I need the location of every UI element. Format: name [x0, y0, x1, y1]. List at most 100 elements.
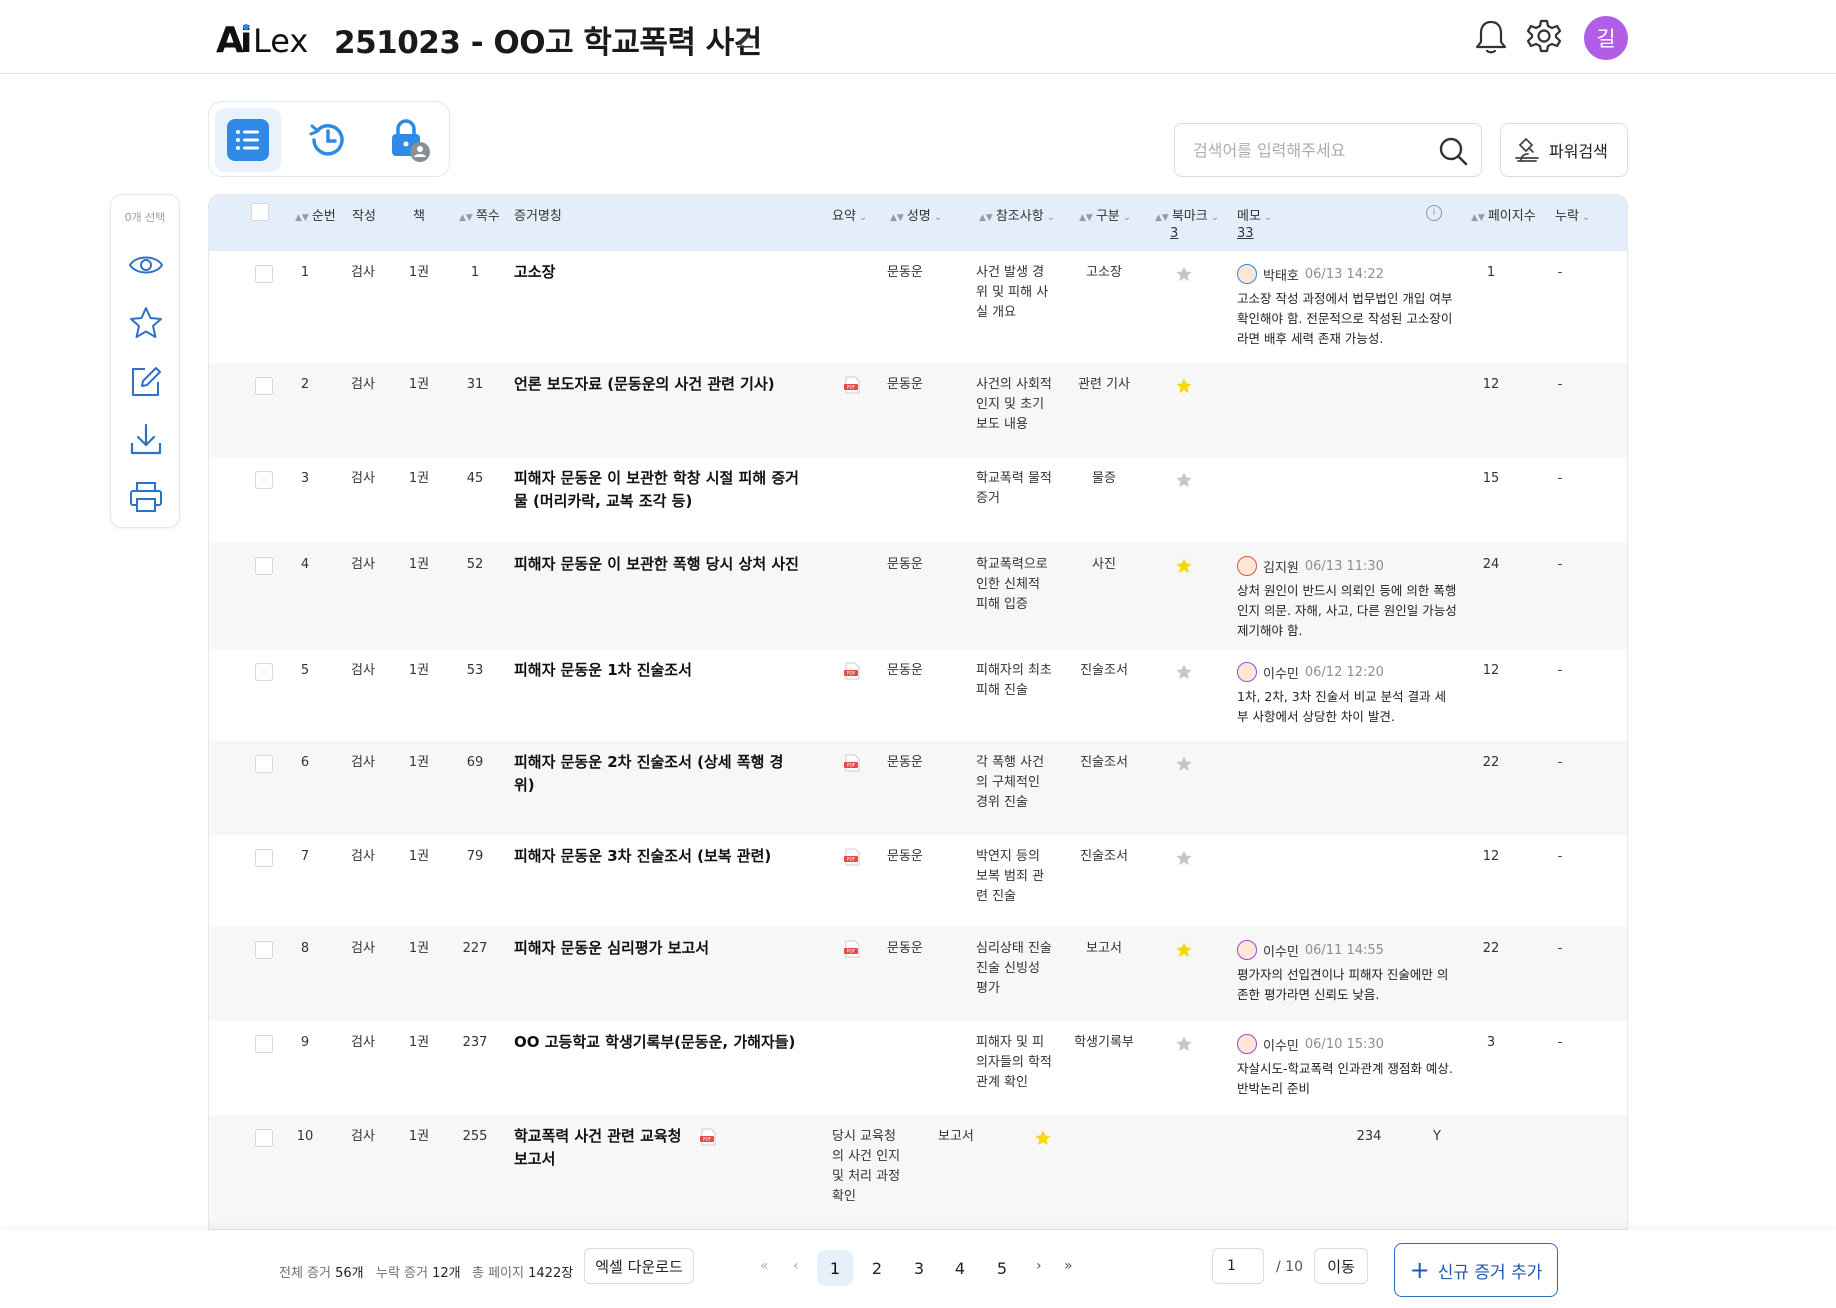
bookmark-count[interactable]: 3	[1170, 226, 1178, 241]
lock-view-tab[interactable]	[375, 108, 441, 172]
row-checkbox[interactable]	[255, 1035, 273, 1053]
row-checkbox[interactable]	[255, 1129, 273, 1147]
row-checkbox[interactable]	[255, 377, 273, 395]
row-checkbox[interactable]	[255, 663, 273, 681]
search-input[interactable]	[1193, 136, 1433, 164]
last-page-icon[interactable]: »	[1064, 1258, 1073, 1274]
row-checkbox[interactable]	[255, 265, 273, 283]
download-icon[interactable]	[128, 421, 164, 457]
bookmark-star-icon[interactable]	[1175, 663, 1193, 681]
go-page-button[interactable]: 이동	[1314, 1248, 1368, 1284]
page-button[interactable]: 4	[942, 1250, 978, 1286]
memo-cell[interactable]: 김지원 06/13 11:30 상처 원인이 반드시 의뢰인 등에 의한 폭행인지 …	[1237, 555, 1457, 641]
page-button[interactable]: 2	[859, 1250, 895, 1286]
pdf-icon[interactable]: PDF	[843, 754, 861, 772]
next-page-icon[interactable]: ›	[1036, 1258, 1042, 1274]
col-page[interactable]: ▲▼ 쪽수	[459, 205, 500, 224]
edit-note-icon[interactable]	[128, 363, 164, 399]
table-row[interactable]: 6 검사 1권 69 피해자 문동운 2차 진술조서 (상세 폭행 경위) PDF 문동운 각…	[209, 741, 1627, 835]
bookmark-star-icon[interactable]	[1175, 377, 1193, 395]
evidence-name[interactable]: 학교폭력 사건 관련 교육청 보고서	[514, 1125, 684, 1171]
evidence-name[interactable]: 고소장	[514, 261, 799, 284]
evidence-name[interactable]: OO 고등학교 학생기록부(문동운, 가해자들)	[514, 1031, 799, 1054]
bookmark-star-icon[interactable]	[1034, 1129, 1052, 1147]
table-row[interactable]: 3 검사 1권 45 피해자 문동운 이 보관한 학창 시절 피해 증거물 (머리카락,…	[209, 457, 1627, 543]
history-view-tab[interactable]	[295, 108, 361, 172]
col-memo[interactable]: 메모 ⌄	[1237, 205, 1272, 224]
page-number-input[interactable]: 1	[1212, 1248, 1264, 1284]
memo-cell[interactable]: 이수민 06/10 15:30 자살시도-학교폭력 인과관계 쟁점화 예상. 반박논…	[1237, 1033, 1457, 1099]
row-checkbox[interactable]	[255, 557, 273, 575]
page-button[interactable]: 1	[817, 1250, 853, 1286]
list-view-tab[interactable]	[215, 108, 281, 172]
prev-page-icon[interactable]: ‹	[793, 1258, 799, 1274]
page-button[interactable]: 5	[984, 1250, 1020, 1286]
table-footer: 전체 증거 56개 누락 증거 12개 총 페이지 1422장 엑셀 다운로드 …	[0, 1230, 1836, 1308]
evidence-name[interactable]: 피해자 문동운 1차 진술조서	[514, 659, 799, 682]
pdf-icon[interactable]: PDF	[843, 376, 861, 394]
page-button[interactable]: 3	[901, 1250, 937, 1286]
eye-icon[interactable]	[128, 247, 164, 283]
memo-cell[interactable]: 이수민 06/12 12:20 1차, 2차, 3차 진술서 비교 분석 결과 세부…	[1237, 661, 1457, 727]
evidence-name[interactable]: 피해자 문동운 이 보관한 폭행 당시 상처 사진	[514, 553, 799, 576]
table-row[interactable]: 1 검사 1권 1 고소장 문동운 사건 발생 경위 및 피해 사실 개요 고소장 박태호 06/…	[209, 251, 1627, 363]
row-checkbox[interactable]	[255, 755, 273, 773]
table-row[interactable]: 7 검사 1권 79 피해자 문동운 3차 진술조서 (보복 관련) PDF 문동운 박연지 …	[209, 835, 1627, 927]
pdf-icon[interactable]: PDF	[843, 848, 861, 866]
col-missing[interactable]: 누락 ⌄	[1555, 205, 1590, 224]
table-row[interactable]: 9 검사 1권 237 OO 고등학교 학생기록부(문동운, 가해자들) 피해자 및 피의…	[209, 1021, 1627, 1115]
search-icon[interactable]	[1437, 135, 1469, 167]
evidence-name[interactable]: 언론 보도자료 (문동운의 사건 관련 기사)	[514, 373, 799, 396]
col-bookmark[interactable]: ▲▼ 북마크 ⌄	[1155, 205, 1219, 224]
user-avatar[interactable]: 길	[1584, 16, 1628, 60]
table-row[interactable]: 10 검사 1권 255 학교폭력 사건 관련 교육청 보고서 PDF 당시 교육청의 사건…	[209, 1115, 1627, 1229]
select-all-checkbox[interactable]	[251, 203, 269, 221]
page-cell: 255	[462, 1129, 488, 1144]
col-pages[interactable]: ▲▼ 페이지수	[1471, 205, 1536, 224]
memo-cell[interactable]: 박태호 06/13 14:22 고소장 작성 과정에서 법무법인 개입 여부 확인해…	[1237, 263, 1457, 349]
col-summary[interactable]: 요약 ⌄	[832, 205, 867, 224]
col-person[interactable]: ▲▼ 성명 ⌄	[890, 205, 942, 224]
col-seq[interactable]: ▲▼ 순번	[295, 205, 336, 224]
bookmark-star-icon[interactable]	[1175, 471, 1193, 489]
power-search-button[interactable]: 파워검색	[1500, 123, 1628, 177]
gear-icon[interactable]	[1526, 18, 1562, 54]
row-checkbox[interactable]	[255, 849, 273, 867]
ailex-logo[interactable]: A i Lex	[216, 14, 312, 58]
table-row[interactable]: 5 검사 1권 53 피해자 문동운 1차 진술조서 PDF 문동운 피해자의 최초 피해 진…	[209, 649, 1627, 741]
memo-cell[interactable]: 이수민 06/11 14:55 평가자의 선입견이나 피해자 진술에만 의존한 평…	[1237, 939, 1457, 1005]
svg-text:Lex: Lex	[253, 22, 308, 58]
evidence-name[interactable]: 피해자 문동운 이 보관한 학창 시절 피해 증거물 (머리카락, 교복 조각 …	[514, 467, 799, 513]
evidence-name[interactable]: 피해자 문동운 2차 진술조서 (상세 폭행 경위)	[514, 751, 799, 797]
star-icon[interactable]	[128, 305, 164, 341]
first-page-icon[interactable]: «	[760, 1258, 769, 1274]
add-evidence-button[interactable]: + 신규 증거 추가	[1394, 1243, 1558, 1297]
bookmark-star-icon[interactable]	[1175, 849, 1193, 867]
edit-icon[interactable]	[734, 26, 756, 48]
col-ref[interactable]: ▲▼ 참조사항 ⌄	[979, 205, 1055, 224]
pdf-icon[interactable]: PDF	[843, 940, 861, 958]
table-row[interactable]: 8 검사 1권 227 피해자 문동운 심리평가 보고서 PDF 문동운 심리상태 진술 진술…	[209, 927, 1627, 1021]
bookmark-star-icon[interactable]	[1175, 1035, 1193, 1053]
bookmark-star-icon[interactable]	[1175, 941, 1193, 959]
row-checkbox[interactable]	[255, 941, 273, 959]
memo-count[interactable]: 33	[1237, 226, 1254, 241]
info-icon[interactable]: i	[1426, 205, 1442, 221]
col-category[interactable]: ▲▼ 구분 ⌄	[1079, 205, 1131, 224]
excel-download-button[interactable]: 엑셀 다운로드	[584, 1248, 694, 1284]
bookmark-star-icon[interactable]	[1175, 755, 1193, 773]
pdf-icon[interactable]: PDF	[699, 1128, 717, 1146]
bookmark-star-icon[interactable]	[1175, 265, 1193, 283]
pages-cell: 1	[1486, 265, 1496, 280]
evidence-name[interactable]: 피해자 문동운 심리평가 보고서	[514, 937, 799, 960]
person-cell: 문동운	[887, 941, 923, 956]
bell-icon[interactable]	[1474, 18, 1508, 56]
pdf-icon[interactable]: PDF	[843, 662, 861, 680]
bookmark-star-icon[interactable]	[1175, 557, 1193, 575]
table-row[interactable]: 2 검사 1권 31 언론 보도자료 (문동운의 사건 관련 기사) PDF 문동운 사건의 …	[209, 363, 1627, 457]
table-row[interactable]: 4 검사 1권 52 피해자 문동운 이 보관한 폭행 당시 상처 사진 문동운 학교폭력으…	[209, 543, 1627, 649]
evidence-name[interactable]: 피해자 문동운 3차 진술조서 (보복 관련)	[514, 845, 799, 868]
seq-cell: 8	[300, 941, 310, 956]
row-checkbox[interactable]	[255, 471, 273, 489]
print-icon[interactable]	[128, 479, 164, 515]
